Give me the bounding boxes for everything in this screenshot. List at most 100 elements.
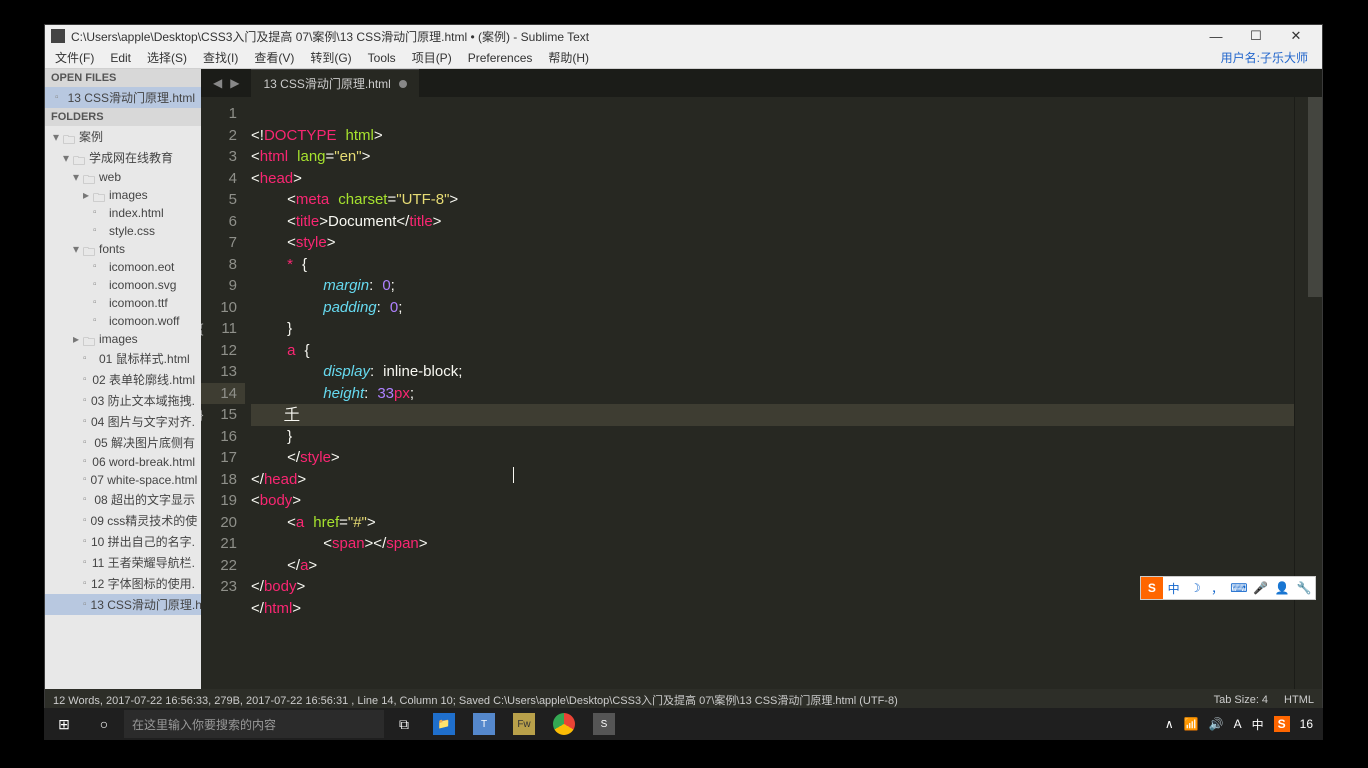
file-item[interactable]: ▫11 王者荣耀导航栏. bbox=[45, 552, 201, 573]
minimize-button[interactable]: — bbox=[1196, 29, 1236, 44]
file-item-current[interactable]: ▫13 CSS滑动门原理.h bbox=[45, 594, 201, 615]
maximize-button[interactable]: ☐ bbox=[1236, 28, 1276, 44]
chrome-icon bbox=[553, 713, 575, 735]
ime-punct-button[interactable]: ， bbox=[1206, 577, 1228, 599]
status-tabsize[interactable]: Tab Size: 4 bbox=[1214, 694, 1268, 706]
file-item[interactable]: ▫06 word-break.html bbox=[45, 453, 201, 471]
code-content[interactable]: <!DOCTYPE html> <html lang="en"> <head> … bbox=[245, 97, 1294, 689]
close-button[interactable]: ✕ bbox=[1276, 28, 1316, 44]
tray-network-icon[interactable]: 📶 bbox=[1184, 717, 1199, 731]
ime-logo-icon[interactable]: S bbox=[1141, 577, 1163, 599]
tray-ime-a-icon[interactable]: A bbox=[1234, 717, 1242, 731]
status-left: 12 Words, 2017-07-22 16:56:33, 279B, 201… bbox=[53, 692, 1198, 708]
taskbar-app[interactable]: 📁 bbox=[424, 708, 464, 740]
file-icon: ▫ bbox=[55, 92, 64, 104]
file-item[interactable]: ▫icomoon.woff bbox=[45, 312, 201, 330]
file-item[interactable]: ▫10 拼出自己的名字. bbox=[45, 531, 201, 552]
tray-up-icon[interactable]: ∧ bbox=[1165, 717, 1174, 731]
titlebar[interactable]: C:\Users\apple\Desktop\CSS3入门及提高 07\案例\1… bbox=[45, 25, 1322, 47]
taskview-button[interactable]: ⧉ bbox=[384, 708, 424, 740]
tray-volume-icon[interactable]: 🔊 bbox=[1209, 717, 1224, 731]
file-item[interactable]: ▫02 表单轮廓线.html bbox=[45, 369, 201, 390]
folder-item[interactable]: ▸🗀images bbox=[45, 186, 201, 204]
ime-person-icon[interactable]: 👤 bbox=[1272, 577, 1294, 599]
file-item[interactable]: ▫icomoon.eot bbox=[45, 258, 201, 276]
taskbar-app[interactable]: T bbox=[464, 708, 504, 740]
folder-item[interactable]: ▾🗀web bbox=[45, 168, 201, 186]
ime-mic-icon[interactable]: 🎤 bbox=[1250, 577, 1272, 599]
file-item[interactable]: ▫03 防止文本域拖拽. bbox=[45, 390, 201, 411]
disclosure-icon: ▸ bbox=[83, 188, 93, 202]
tray-ime-zh-icon[interactable]: 中 bbox=[1252, 716, 1264, 733]
ime-keyboard-icon[interactable]: ⌨ bbox=[1228, 577, 1250, 599]
menu-tools[interactable]: Tools bbox=[360, 49, 404, 67]
menu-preferences[interactable]: Preferences bbox=[460, 49, 541, 67]
file-icon: ▫ bbox=[93, 225, 105, 237]
ime-toolbar[interactable]: S 中 ☽ ， ⌨ 🎤 👤 🔧 bbox=[1140, 576, 1316, 600]
start-button[interactable]: ⊞ bbox=[44, 708, 84, 740]
tray-sogou-icon[interactable]: S bbox=[1274, 716, 1290, 732]
menu-view[interactable]: 查看(V) bbox=[246, 47, 302, 68]
content-area: OPEN FILES ▫13 CSS滑动门原理.html FOLDERS ▾🗀案… bbox=[45, 69, 1322, 689]
file-icon: ▫ bbox=[83, 536, 87, 548]
tabbar: ◀ ▶ 13 CSS滑动门原理.html bbox=[201, 69, 1322, 97]
taskbar-app[interactable]: Fw bbox=[504, 708, 544, 740]
taskbar: ⊞ ○ 在这里输入你要搜索的内容 ⧉ 📁 T Fw S ∧ 📶 🔊 A 中 S … bbox=[44, 708, 1323, 740]
file-item[interactable]: ▫08 超出的文字显示 bbox=[45, 489, 201, 510]
file-item[interactable]: ▫04 图片与文字对齐. bbox=[45, 411, 201, 432]
file-item[interactable]: ▫07 white-space.html bbox=[45, 471, 201, 489]
code-editor[interactable]: 12345678910 {11121314 }15161718192021222… bbox=[201, 97, 1322, 689]
tab[interactable]: 13 CSS滑动门原理.html bbox=[251, 69, 418, 97]
ime-settings-icon[interactable]: 🔧 bbox=[1293, 577, 1315, 599]
text-cursor bbox=[513, 467, 514, 483]
open-files-header: OPEN FILES bbox=[45, 69, 201, 87]
folder-item[interactable]: ▸🗀images bbox=[45, 330, 201, 348]
nav-forward-button[interactable]: ▶ bbox=[226, 76, 243, 90]
taskbar-app[interactable] bbox=[544, 708, 584, 740]
file-icon: ▫ bbox=[83, 557, 88, 569]
ime-lang-button[interactable]: 中 bbox=[1163, 577, 1185, 599]
ime-moon-icon[interactable]: ☽ bbox=[1185, 577, 1207, 599]
file-icon: ▫ bbox=[93, 261, 105, 273]
file-icon: ▫ bbox=[83, 456, 88, 468]
folder-item[interactable]: ▾🗀fonts bbox=[45, 240, 201, 258]
menu-file[interactable]: 文件(F) bbox=[47, 47, 102, 68]
menu-edit[interactable]: Edit bbox=[102, 49, 139, 67]
file-item[interactable]: ▫icomoon.ttf bbox=[45, 294, 201, 312]
menu-project[interactable]: 项目(P) bbox=[404, 47, 460, 68]
menu-select[interactable]: 选择(S) bbox=[139, 47, 195, 68]
file-item[interactable]: ▫09 css精灵技术的使 bbox=[45, 510, 201, 531]
folder-icon: 🗀 bbox=[93, 189, 105, 201]
file-icon: ▫ bbox=[83, 515, 87, 527]
taskbar-search[interactable]: 在这里输入你要搜索的内容 bbox=[124, 710, 384, 738]
nav-back-button[interactable]: ◀ bbox=[209, 76, 226, 90]
file-icon: ▫ bbox=[83, 374, 88, 386]
file-item[interactable]: ▫01 鼠标样式.html bbox=[45, 348, 201, 369]
open-file-item[interactable]: ▫13 CSS滑动门原理.html bbox=[45, 87, 201, 108]
sidebar: OPEN FILES ▫13 CSS滑动门原理.html FOLDERS ▾🗀案… bbox=[45, 69, 201, 689]
file-item[interactable]: ▫05 解决图片底侧有 bbox=[45, 432, 201, 453]
folder-root[interactable]: ▾🗀案例 bbox=[45, 126, 201, 147]
file-icon: ▫ bbox=[83, 599, 87, 611]
file-icon: ▫ bbox=[83, 578, 87, 590]
file-item[interactable]: ▫index.html bbox=[45, 204, 201, 222]
system-tray: ∧ 📶 🔊 A 中 S 16 bbox=[1165, 716, 1323, 733]
app-icon: T bbox=[473, 713, 495, 735]
disclosure-icon: ▾ bbox=[73, 170, 83, 184]
cortana-button[interactable]: ○ bbox=[84, 708, 124, 740]
menubar: 文件(F) Edit 选择(S) 查找(I) 查看(V) 转到(G) Tools… bbox=[45, 47, 1322, 69]
taskbar-app[interactable]: S bbox=[584, 708, 624, 740]
menu-find[interactable]: 查找(I) bbox=[195, 47, 246, 68]
vertical-scrollbar[interactable] bbox=[1308, 97, 1322, 297]
folder-item[interactable]: ▾🗀学成网在线教育 bbox=[45, 147, 201, 168]
file-item[interactable]: ▫12 字体图标的使用. bbox=[45, 573, 201, 594]
app-window: C:\Users\apple\Desktop\CSS3入门及提高 07\案例\1… bbox=[44, 24, 1323, 710]
file-item[interactable]: ▫style.css bbox=[45, 222, 201, 240]
user-label: 用户名:子乐大师 bbox=[1221, 49, 1308, 66]
status-syntax[interactable]: HTML bbox=[1284, 694, 1314, 706]
menu-goto[interactable]: 转到(G) bbox=[302, 47, 359, 68]
folder-icon: 🗀 bbox=[73, 152, 85, 164]
tray-clock[interactable]: 16 bbox=[1300, 717, 1313, 731]
file-item[interactable]: ▫icomoon.svg bbox=[45, 276, 201, 294]
menu-help[interactable]: 帮助(H) bbox=[540, 47, 597, 68]
